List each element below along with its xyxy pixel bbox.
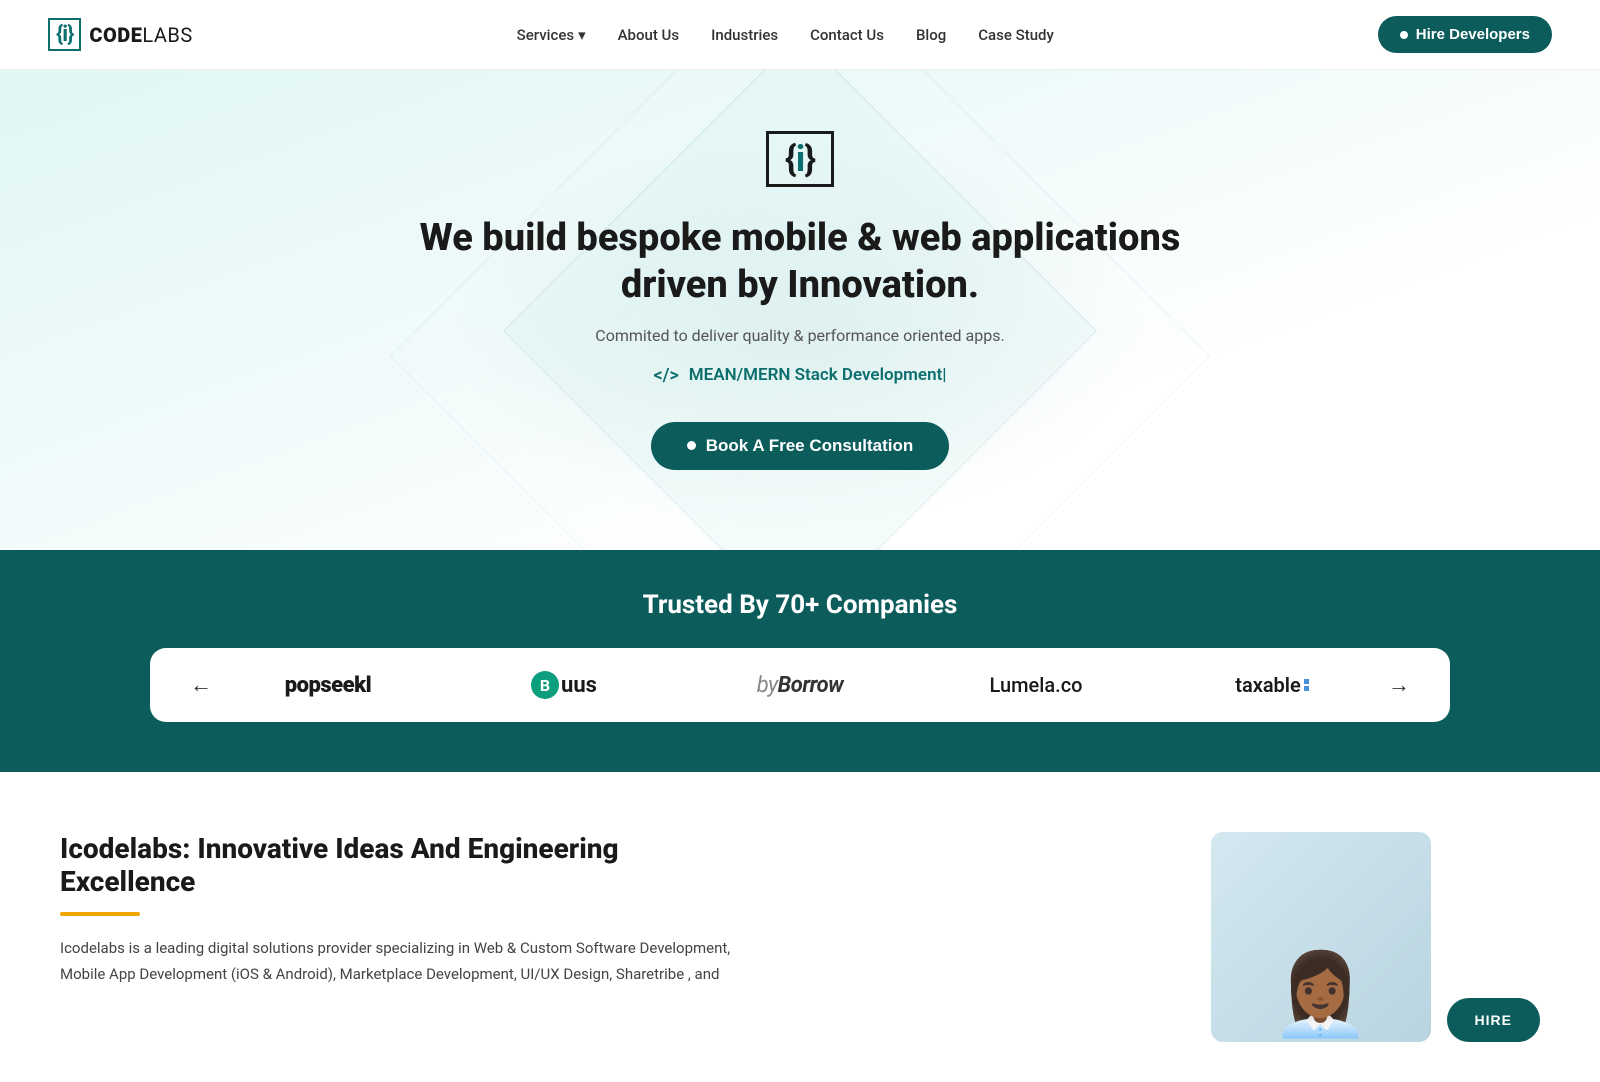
nav-item-services[interactable]: Services ▾: [517, 26, 586, 44]
about-left-content: Icodelabs: Innovative Ideas And Engineer…: [60, 832, 760, 987]
about-image: [1211, 832, 1431, 1042]
logo-lumela: Lumela.co: [956, 673, 1116, 697]
hero-subtitle: Commited to deliver quality & performanc…: [595, 326, 1004, 345]
nav-item-about[interactable]: About Us: [618, 25, 680, 44]
trusted-heading: Trusted By 70+ Companies: [48, 590, 1552, 620]
taxable-logo-squares: [1304, 679, 1309, 691]
hero-section: {i} We build bespoke mobile & web applic…: [0, 70, 1600, 550]
about-title: Icodelabs: Innovative Ideas And Engineer…: [60, 832, 760, 898]
nav-links: Services ▾ About Us Industries Contact U…: [517, 25, 1054, 44]
nav-item-blog[interactable]: Blog: [916, 25, 946, 44]
logos-inner: popseekl Buus byBorrow Lumela.co taxable: [220, 671, 1380, 699]
hire-developers-button[interactable]: Hire Developers: [1378, 16, 1552, 53]
hero-logo-icon: {i}: [766, 131, 834, 187]
nav-item-industries[interactable]: Industries: [711, 25, 778, 44]
hero-typed-text: </> MEAN/MERN Stack Development|: [653, 365, 946, 386]
btn-dot-icon: [687, 441, 696, 450]
logo-icon: {i}: [48, 18, 81, 51]
logo[interactable]: {i} CODELABS: [48, 18, 193, 51]
logos-carousel: ← popseekl Buus byBorrow Lumela.co: [150, 648, 1450, 722]
btn-dot-icon: [1400, 31, 1408, 39]
logo-byborrow: byBorrow: [720, 673, 880, 698]
navbar: {i} CODELABS Services ▾ About Us Industr…: [0, 0, 1600, 70]
about-body-text: Icodelabs is a leading digital solutions…: [60, 936, 760, 987]
about-title-underline: [60, 912, 140, 916]
logo-popseekl: popseekl: [248, 673, 408, 698]
hire-floating-button[interactable]: HIRE: [1447, 998, 1540, 1042]
about-right-content: HIRE: [840, 832, 1540, 1042]
buus-icon: B: [531, 671, 559, 699]
nav-item-contact[interactable]: Contact Us: [810, 25, 884, 44]
about-section: Icodelabs: Innovative Ideas And Engineer…: [0, 772, 1600, 1082]
carousel-next-button[interactable]: →: [1380, 668, 1418, 702]
code-slash-icon: </>: [653, 365, 678, 386]
logo-buus: Buus: [484, 671, 644, 699]
book-consultation-button[interactable]: Book A Free Consultation: [651, 422, 949, 470]
logo-taxable: taxable: [1192, 673, 1352, 697]
nav-item-casestudy[interactable]: Case Study: [978, 25, 1054, 44]
logo-text: CODELABS: [89, 23, 192, 47]
trusted-section: Trusted By 70+ Companies ← popseekl Buus…: [0, 550, 1600, 772]
chevron-down-icon: ▾: [578, 26, 586, 44]
carousel-prev-button[interactable]: ←: [182, 668, 220, 702]
hero-title: We build bespoke mobile & web applicatio…: [410, 215, 1190, 310]
